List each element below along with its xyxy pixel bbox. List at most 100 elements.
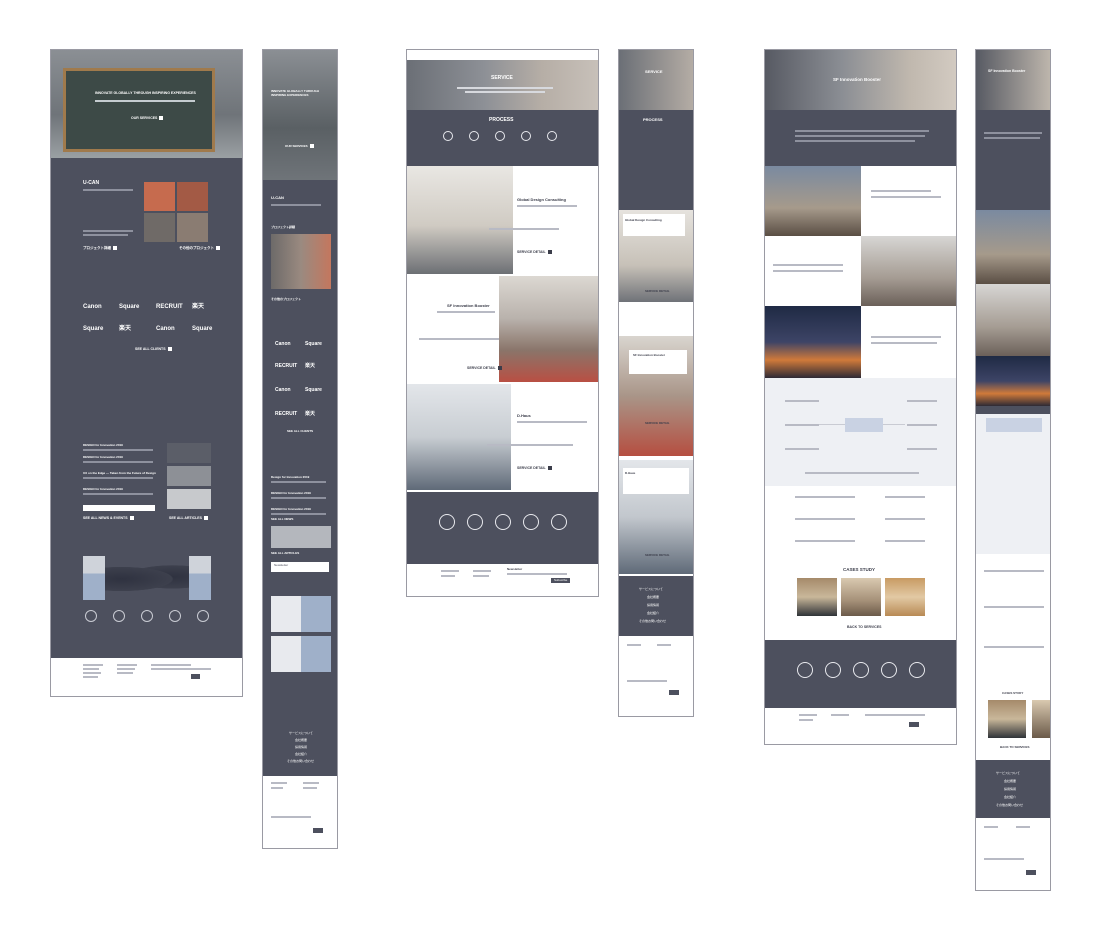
mobile-client-logo-5: Canon xyxy=(275,387,291,393)
mobile-service-subscribe[interactable] xyxy=(669,690,680,695)
mobile-client-logo-1: Canon xyxy=(275,341,291,347)
service-chat-icon[interactable] xyxy=(551,514,567,530)
client-logo-7: Canon xyxy=(156,326,175,332)
mobile-block-2-detail[interactable]: SERVICE DETAIL xyxy=(645,422,670,425)
mobile-home-dark-body: U-CAN プロジェクト詳細 その他のプロジェクト Canon Square R… xyxy=(263,180,337,776)
service-bottle-icon[interactable] xyxy=(523,514,539,530)
mobile-service-menu-1[interactable]: サービスについて xyxy=(639,588,663,591)
mobile-booster-subscribe[interactable] xyxy=(1026,870,1037,875)
service-microphone-icon[interactable] xyxy=(495,514,511,530)
mobile-booster-menu-2[interactable]: 会社概要 xyxy=(1004,780,1016,783)
hero-services-button[interactable]: OUR SERVICES xyxy=(131,115,164,120)
mobile-booster-menu-4[interactable]: 会社紹介 xyxy=(1004,796,1016,799)
mobile-service-hero: SERVICE xyxy=(619,50,693,110)
mobile-menu-4[interactable]: 会社紹介 xyxy=(295,753,307,756)
mobile-block-1-title: Global Design Consulting xyxy=(625,218,662,222)
mobile-news-3: DESIGN for Innovation 2019 xyxy=(271,507,311,511)
mobile-project-link[interactable]: プロジェクト詳細 xyxy=(271,226,295,229)
mobile-menu-2[interactable]: 会社概要 xyxy=(295,739,307,742)
service-monitor-icon[interactable] xyxy=(467,514,483,530)
mobile-see-all-clients[interactable]: SEE ALL CLIENTS xyxy=(287,430,313,433)
desktop-service-screenshot: SERVICE PROCESS Global Design Consulting… xyxy=(406,49,599,597)
mobile-service-menu-3[interactable]: 採用情報 xyxy=(647,604,659,607)
service-subscribe-label: Subscribe xyxy=(554,578,568,582)
booster-subscribe-button[interactable] xyxy=(909,722,920,727)
hero-services-label: OUR SERVICES xyxy=(131,115,158,120)
booster-back-label: BACK TO SERVICES xyxy=(847,625,882,629)
ucan-photo-grid xyxy=(144,182,208,242)
service-office-photo-1 xyxy=(407,166,513,274)
mobile-menu-1[interactable]: サービスについて xyxy=(289,732,313,735)
hero-subtitle xyxy=(95,100,195,102)
mobile-subscribe-button[interactable] xyxy=(313,828,324,833)
see-all-clients-link[interactable]: SEE ALL CLIENTS xyxy=(135,347,172,351)
booster-chat-icon[interactable] xyxy=(909,662,925,678)
mobile-back-link[interactable]: BACK TO SERVICES xyxy=(1000,746,1030,749)
mobile-see-all-clients-label: SEE ALL CLIENTS xyxy=(287,429,314,433)
news-item-1: DESIGN for Innovation 2019 xyxy=(83,443,123,447)
see-all-articles-link[interactable]: SEE ALL ARTICLES xyxy=(169,516,208,520)
service-subscribe-button[interactable]: Subscribe xyxy=(551,578,571,583)
chalkboard xyxy=(63,68,215,152)
mobile-booster-bridge xyxy=(976,356,1050,406)
service-mail-icon[interactable] xyxy=(439,514,455,530)
mobile-cases-title: CASES STUDY xyxy=(1002,691,1024,695)
booster-bottle-icon[interactable] xyxy=(881,662,897,678)
mobile-menu-5[interactable]: その他お問い合わせ xyxy=(287,760,314,763)
mobile-client-logo-6: Square xyxy=(305,387,322,393)
mobile-block-1-detail[interactable]: SERVICE DETAIL xyxy=(645,290,670,293)
all-projects-link[interactable]: その他のプロジェクト xyxy=(179,246,220,250)
mobile-booster-menu-5[interactable]: その他お問い合わせ xyxy=(996,804,1023,807)
mobile-block-3-detail[interactable]: SERVICE DETAIL xyxy=(645,554,670,557)
mobile-newsletter-box[interactable]: Newsletter xyxy=(271,562,329,572)
booster-intro xyxy=(765,110,956,166)
mobile-process-title: PROCESS xyxy=(643,117,663,122)
mobile-news-2: DESIGN for Innovation 2019 xyxy=(271,491,311,495)
mobile-booster-diagram xyxy=(976,414,1050,554)
client-logo-1: Canon xyxy=(83,304,102,310)
service-block-3-detail[interactable]: SERVICE DETAIL xyxy=(517,466,552,470)
mobile-hero-title: INNOVATE GLOBALLY THROUGH INSPIRING EXPE… xyxy=(271,89,320,97)
booster-microphone-icon[interactable] xyxy=(853,662,869,678)
mobile-see-all-articles[interactable]: SEE ALL ARTICLES xyxy=(271,552,299,555)
hero-title: INNOVATE GLOBALLY THROUGH INSPIRING EXPE… xyxy=(95,91,196,95)
service-hero-title: SERVICE xyxy=(491,75,513,81)
mobile-service-menu-5[interactable]: その他お問い合わせ xyxy=(639,620,666,623)
mobile-block-2-detail-label: SERVICE DETAIL xyxy=(645,421,670,425)
office-card-left xyxy=(83,556,105,600)
mobile-case-photo-2 xyxy=(1032,700,1050,738)
mobile-service-menu-2[interactable]: 会社概要 xyxy=(647,596,659,599)
project-detail-link[interactable]: プロジェクト詳細 xyxy=(83,246,117,250)
mobile-all-projects-link[interactable]: その他のプロジェクト xyxy=(271,298,301,301)
mobile-booster-city-1 xyxy=(976,210,1050,284)
client-logo-8: Square xyxy=(192,326,213,332)
see-all-news-link[interactable]: SEE ALL NEWS & EVENTS xyxy=(83,516,134,520)
mobile-menu-3[interactable]: 採用情報 xyxy=(295,746,307,749)
client-logo-5: Square xyxy=(83,326,104,332)
service-block-2-detail[interactable]: SERVICE DETAIL xyxy=(467,366,502,370)
booster-mail-icon[interactable] xyxy=(797,662,813,678)
mobile-project-photo xyxy=(271,234,331,289)
service-process-section: PROCESS xyxy=(407,110,598,166)
service-block-1-detail[interactable]: SERVICE DETAIL xyxy=(517,250,552,254)
newsletter-input[interactable] xyxy=(83,505,155,511)
mobile-office-card-2 xyxy=(271,636,331,672)
booster-monitor-icon[interactable] xyxy=(825,662,841,678)
mobile-see-all-news[interactable]: SEE ALL NEWS xyxy=(271,518,293,521)
service-block-3-title: D.Haus xyxy=(517,413,531,418)
mobile-booster-intro xyxy=(976,110,1050,184)
mobile-block-2-title: SF Innovation Booster xyxy=(633,353,666,357)
client-logo-4: 楽天 xyxy=(192,304,205,310)
mobile-booster-menu-1[interactable]: サービスについて xyxy=(996,772,1020,775)
mobile-hero-button[interactable]: OUR SERVICES xyxy=(285,144,314,148)
mobile-block-3-detail-label: SERVICE DETAIL xyxy=(645,553,670,557)
mobile-booster-menu-3[interactable]: 採用情報 xyxy=(1004,788,1016,791)
booster-icons-section xyxy=(765,640,956,708)
mobile-booster-city-2 xyxy=(976,284,1050,356)
project-detail-label: プロジェクト詳細 xyxy=(83,245,111,250)
booster-back-link[interactable]: BACK TO SERVICES xyxy=(847,625,882,630)
case-photo-3 xyxy=(885,578,925,616)
all-projects-label: その他のプロジェクト xyxy=(179,245,214,250)
footer-subscribe-button[interactable] xyxy=(191,674,201,679)
mobile-service-menu-4[interactable]: 会社紹介 xyxy=(647,612,659,615)
